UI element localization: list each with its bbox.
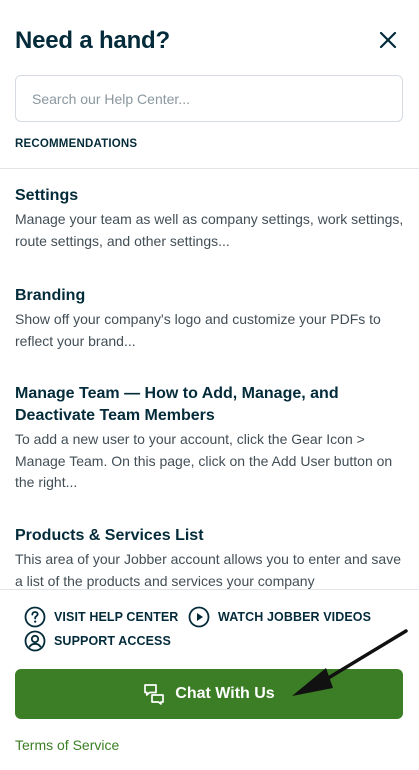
article-title: Settings <box>15 187 79 204</box>
article-description: To add a new user to your account, click… <box>15 431 393 490</box>
watch-videos-label: WATCH JOBBER VIDEOS <box>218 610 372 624</box>
article-description: This area of your Jobber account allows … <box>15 551 401 589</box>
watch-videos-link[interactable]: WATCH JOBBER VIDEOS <box>188 606 371 628</box>
article-manage-team[interactable]: Manage Team — How to Add, Manage, and De… <box>15 383 405 494</box>
panel-title: Need a hand? <box>15 27 170 54</box>
article-description: Show off your company's logo and customi… <box>15 311 381 349</box>
article-title: Manage Team — How to Add, Manage, and De… <box>15 385 339 424</box>
chat-with-us-button[interactable]: Chat With Us <box>15 669 403 719</box>
user-circle-icon <box>24 630 46 652</box>
article-branding[interactable]: Branding Show off your company's logo an… <box>15 285 405 352</box>
panel-header: Need a hand? <box>15 26 404 56</box>
visit-help-center-link[interactable]: VISIT HELP CENTER <box>24 606 178 628</box>
help-panel: Need a hand? RECOMMENDATIONS Settings Ma… <box>0 0 419 770</box>
article-products-services[interactable]: Products & Services List This area of yo… <box>15 525 405 589</box>
chat-bubbles-icon <box>144 684 165 705</box>
article-title: Products & Services List <box>15 527 204 544</box>
recommendations-list[interactable]: Settings Manage your team as well as com… <box>0 169 419 589</box>
recommendations-heading: RECOMMENDATIONS <box>15 138 138 150</box>
visit-help-center-label: VISIT HELP CENTER <box>54 610 179 624</box>
chat-button-label: Chat With Us <box>175 685 275 702</box>
close-button[interactable] <box>376 28 400 52</box>
search-box <box>15 75 403 122</box>
article-title: Branding <box>15 287 86 304</box>
search-input[interactable] <box>16 76 402 121</box>
question-circle-icon <box>24 606 46 628</box>
terms-of-service-link[interactable]: Terms of Service <box>15 737 119 753</box>
play-circle-icon <box>188 606 210 628</box>
close-icon <box>379 31 397 49</box>
support-access-link[interactable]: SUPPORT ACCESS <box>24 630 171 652</box>
support-access-label: SUPPORT ACCESS <box>54 634 171 648</box>
article-settings[interactable]: Settings Manage your team as well as com… <box>15 185 405 252</box>
divider <box>0 589 419 590</box>
article-description: Manage your team as well as company sett… <box>15 211 404 249</box>
